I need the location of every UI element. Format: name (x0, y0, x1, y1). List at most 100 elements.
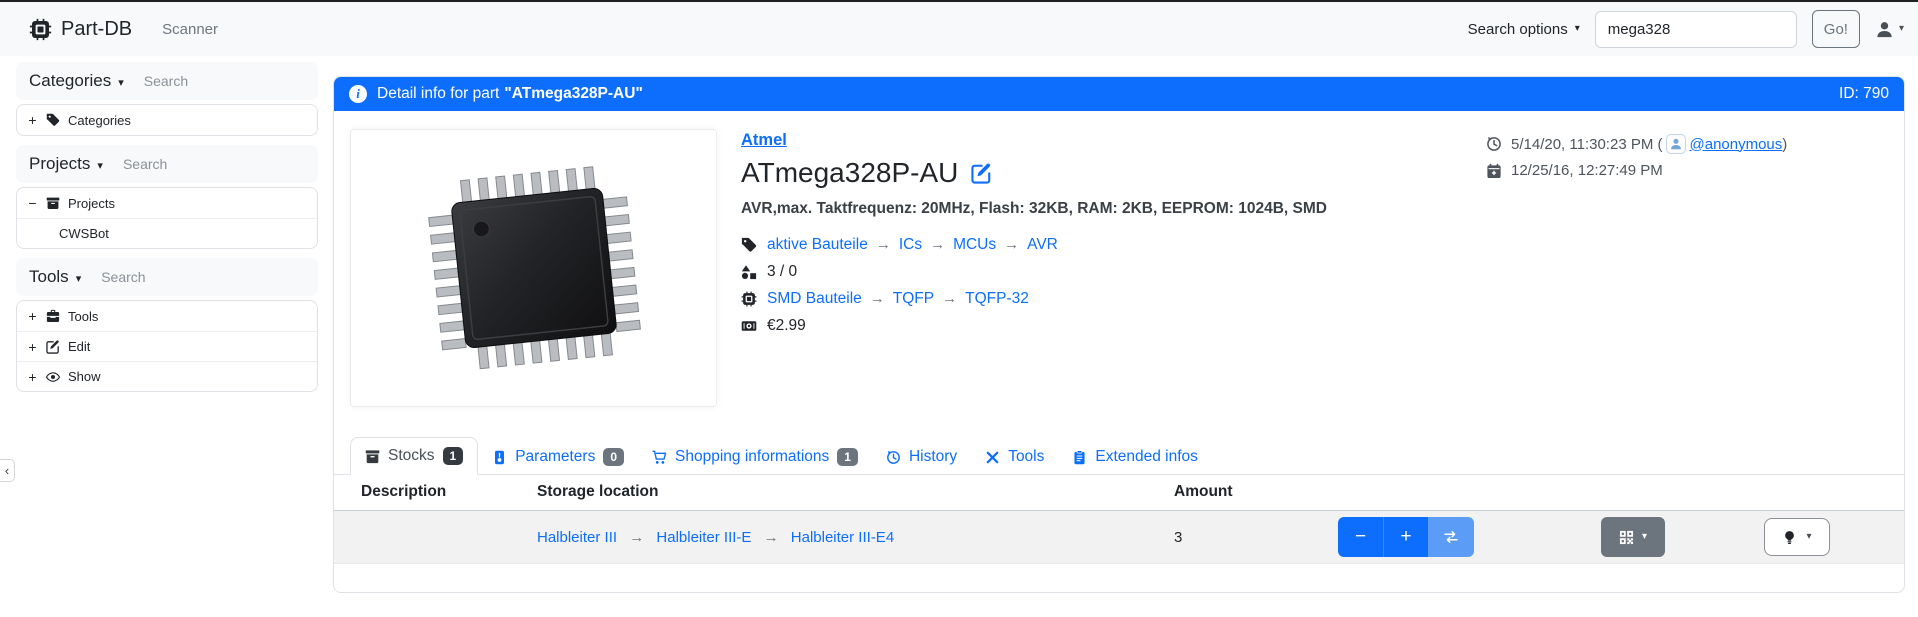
chevron-down-icon: ▾ (1806, 532, 1811, 542)
go-button[interactable]: Go! (1812, 10, 1860, 48)
categories-dropdown[interactable]: Categories ▾ (29, 71, 124, 91)
clock-history-icon (1486, 136, 1502, 152)
sidebar-section-categories-header: Categories ▾ (16, 62, 318, 100)
stock-description-cell (334, 511, 529, 564)
info-icon: i (349, 85, 367, 103)
top-navbar: Part-DB Scanner Search options ▾ Go! ▾ (0, 2, 1918, 56)
part-detail-card: i Detail info for part "ATmega328P-AU" I… (333, 76, 1905, 593)
tag-icon (741, 237, 757, 253)
category-link[interactable]: aktive Bauteile (767, 236, 868, 254)
tree-item-edit[interactable]: + Edit (17, 331, 317, 361)
archive-icon (46, 196, 60, 210)
footprint-link[interactable]: TQFP (893, 290, 934, 308)
last-modified-row: 5/14/20, 11:30:23 PM ( @anonymous ) (1486, 134, 1888, 154)
manufacturer-link[interactable]: Atmel (741, 131, 787, 150)
tree-item-label: Show (68, 369, 101, 384)
swap-arrows-icon (1443, 529, 1459, 545)
tree-item-label: Projects (68, 196, 115, 211)
tab-stocks[interactable]: Stocks 1 (350, 437, 478, 475)
detail-tabs: Stocks 1 Parameters 0 Shopping informati… (334, 437, 1904, 475)
dates-column: 5/14/20, 11:30:23 PM ( @anonymous ) 12/2… (1486, 129, 1888, 407)
tab-label: Parameters (515, 448, 595, 466)
edit-part-button[interactable] (971, 163, 992, 184)
tree-item-categories[interactable]: + Categories (17, 105, 317, 135)
tab-tools[interactable]: Tools (971, 439, 1058, 475)
arrow-icon: → (1004, 236, 1019, 253)
tab-history[interactable]: History (872, 439, 971, 475)
search-input[interactable] (1595, 11, 1797, 48)
tools-dropdown[interactable]: Tools ▾ (29, 267, 81, 287)
tab-shopping-informations[interactable]: Shopping informations 1 (638, 439, 872, 475)
search-options-dropdown[interactable]: Search options ▾ (1468, 21, 1580, 38)
tab-parameters[interactable]: Parameters 0 (478, 439, 638, 475)
expand-icon[interactable]: + (27, 369, 38, 385)
tab-extended-infos[interactable]: Extended infos (1058, 439, 1212, 475)
tree-item-show[interactable]: + Show (17, 361, 317, 391)
led-locate-dropdown-button[interactable]: ▾ (1764, 518, 1830, 556)
nav-link-scanner[interactable]: Scanner (162, 21, 218, 38)
tab-badge: 0 (603, 448, 624, 466)
category-link[interactable]: ICs (899, 236, 922, 254)
tree-item-cwsbot[interactable]: CWSBot (17, 218, 317, 248)
column-header-storage-location: Storage location (529, 475, 1166, 511)
part-name-title: ATmega328P-AU (741, 157, 958, 189)
tools-search-input[interactable] (101, 269, 231, 285)
tab-label: Stocks (388, 447, 435, 465)
sidebar-collapse-handle[interactable]: ‹ (0, 459, 15, 482)
part-image[interactable] (350, 129, 717, 407)
chevron-down-icon: ▾ (1575, 24, 1580, 34)
category-link[interactable]: AVR (1027, 236, 1058, 254)
stock-qr-cell: ▾ (1593, 511, 1756, 564)
stock-location-cell: Halbleiter III → Halbleiter III-E → Halb… (529, 511, 1166, 564)
collapse-icon[interactable]: − (27, 195, 38, 211)
tab-label: Extended infos (1095, 448, 1198, 466)
projects-search-input[interactable] (123, 156, 253, 172)
user-menu-dropdown[interactable]: ▾ (1875, 20, 1904, 39)
sidebar: Categories ▾ + Categories Projects ▾ − (16, 62, 318, 401)
tab-badge: 1 (837, 448, 858, 466)
expand-icon[interactable]: + (27, 339, 38, 355)
categories-search-input[interactable] (144, 73, 274, 89)
calendar-plus-icon (1486, 163, 1502, 179)
cpu-logo-icon (29, 18, 52, 41)
tab-badge: 1 (443, 447, 464, 465)
increase-amount-button[interactable]: + (1383, 517, 1428, 557)
eye-icon (46, 370, 60, 384)
arrow-icon: → (930, 236, 945, 253)
amount-row: 3 / 0 (741, 258, 1327, 285)
tree-item-label: Edit (68, 339, 90, 354)
tree-item-tools[interactable]: + Tools (17, 301, 317, 331)
expand-icon[interactable]: + (27, 112, 38, 128)
category-link[interactable]: MCUs (953, 236, 996, 254)
expand-icon[interactable]: + (27, 308, 38, 324)
chevron-down-icon: ▾ (97, 161, 103, 172)
amount-button-group: − + (1338, 517, 1474, 557)
move-stock-button[interactable] (1428, 517, 1474, 557)
tools-tree: + Tools + Edit + Show (16, 300, 318, 392)
footprint-row: SMD Bauteile → TQFP → TQFP-32 (741, 285, 1327, 312)
storage-location-link[interactable]: Halbleiter III (537, 529, 617, 546)
part-info-column: Atmel ATmega328P-AU AVR,max. Taktfrequen… (741, 129, 1327, 407)
card-footer-space (334, 564, 1904, 592)
storage-location-link[interactable]: Halbleiter III-E4 (791, 529, 894, 546)
tab-label: Shopping informations (675, 448, 829, 466)
chevron-down-icon: ▾ (118, 78, 124, 89)
decrease-amount-button[interactable]: − (1338, 517, 1383, 557)
tree-item-label: Categories (68, 113, 131, 128)
storage-location-link[interactable]: Halbleiter III-E (656, 529, 751, 546)
arrow-icon: → (764, 529, 779, 546)
footprint-link[interactable]: SMD Bauteile (767, 290, 862, 308)
stock-bulb-cell: ▾ (1756, 511, 1904, 564)
projects-dropdown[interactable]: Projects ▾ (29, 154, 103, 174)
projects-tree: − Projects CWSBot (16, 187, 318, 249)
cpu-icon (741, 291, 757, 307)
label-dropdown-button[interactable]: ▾ (1601, 517, 1665, 557)
created-value: 12/25/16, 12:27:49 PM (1511, 162, 1663, 179)
column-header-amount: Amount (1166, 475, 1330, 511)
app-brand[interactable]: Part-DB (29, 18, 132, 41)
arrow-icon: → (629, 529, 644, 546)
modified-user-link[interactable]: @anonymous (1690, 136, 1783, 153)
last-modified-value: 5/14/20, 11:30:23 PM ( (1511, 136, 1663, 153)
tree-item-projects[interactable]: − Projects (17, 188, 317, 218)
footprint-link[interactable]: TQFP-32 (965, 290, 1029, 308)
